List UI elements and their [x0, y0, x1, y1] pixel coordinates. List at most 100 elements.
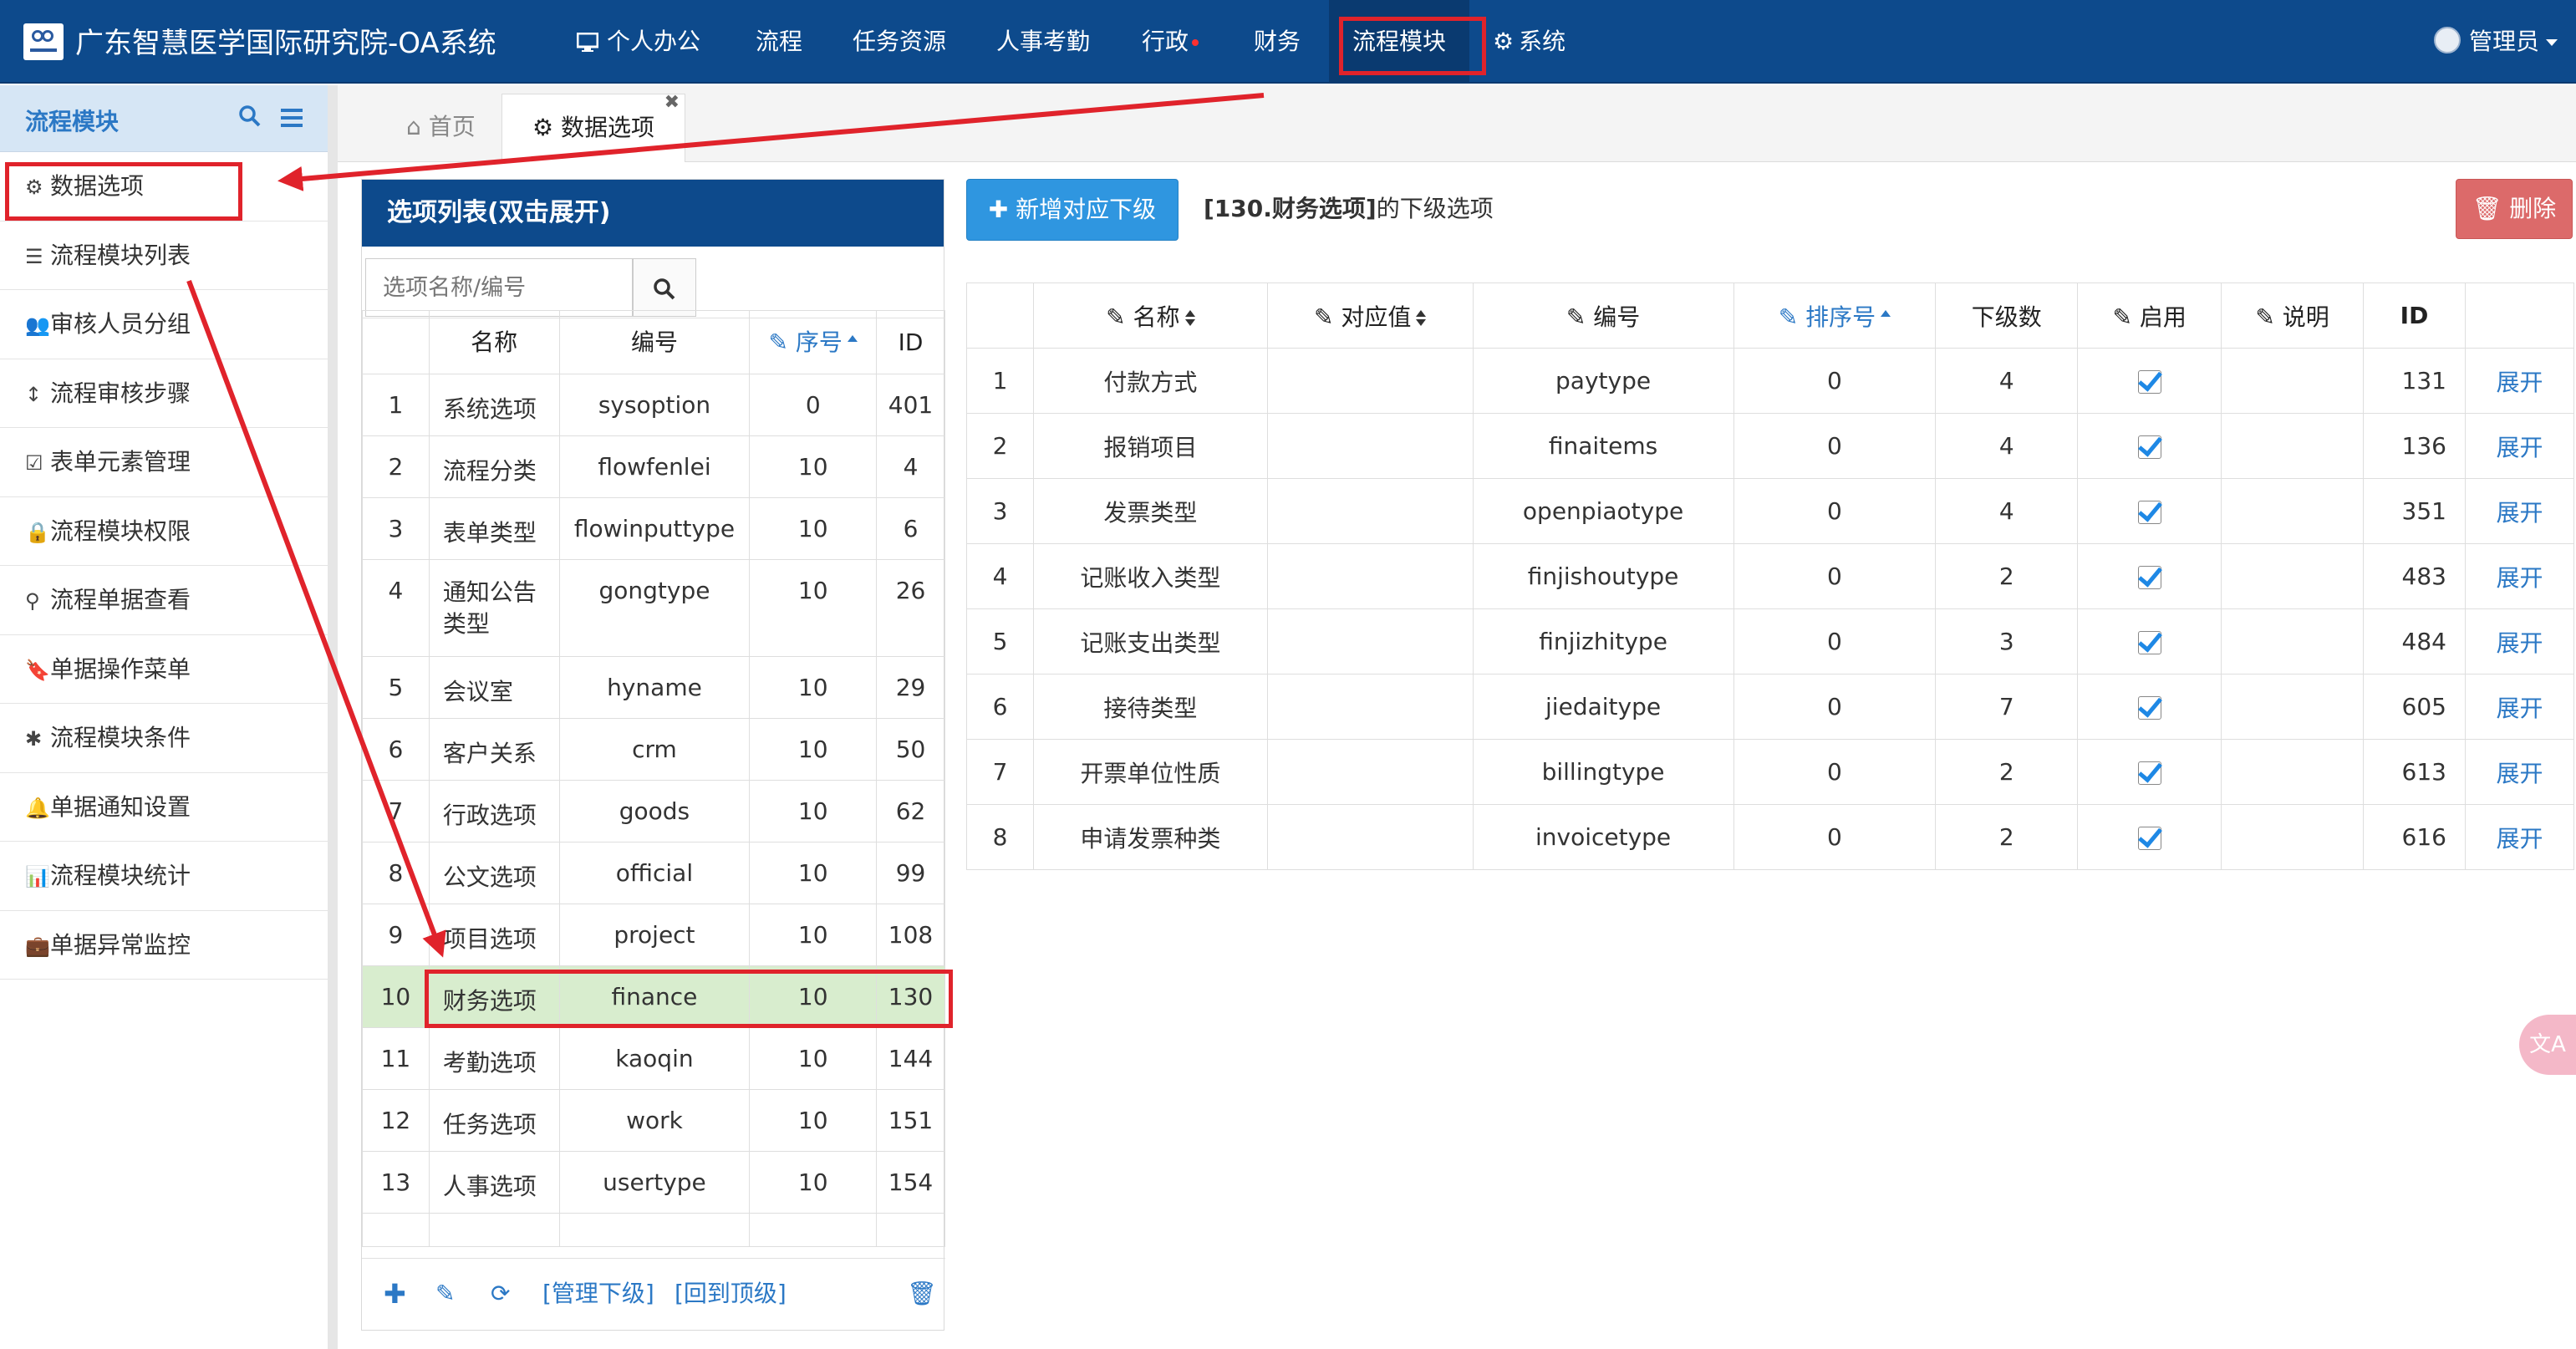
column-header-name[interactable]: ✎ 名称 [1032, 283, 1268, 349]
column-header-label: 说明 [2282, 303, 2329, 331]
sidebar-item-exception-monitor[interactable]: 💼单据异常监控 [0, 911, 328, 980]
column-header-id[interactable]: ID [2363, 283, 2466, 349]
expand-link[interactable]: 展开 [2464, 543, 2575, 609]
checkbox-checked-icon[interactable] [2137, 435, 2161, 459]
sidebar-item-module-conditions[interactable]: ✱ 流程模块条件 [0, 704, 328, 773]
column-header-value[interactable]: ✎ 对应值 [1266, 283, 1474, 349]
plus-icon: ✚ [988, 196, 1016, 223]
bell-icon: 🔔 [25, 796, 50, 820]
column-header-name[interactable]: 名称 [428, 310, 560, 374]
tab-data-options[interactable]: ⚙ 数据选项 ✖ [501, 92, 686, 162]
expand-link[interactable]: 展开 [2464, 739, 2575, 805]
table-row[interactable]: 1 付款方式 paytype 0 4 131 展开 [966, 348, 2575, 414]
table-row[interactable]: 8 申请发票种类 invoicetype 0 2 616 展开 [966, 804, 2575, 870]
sidebar-item-notification-settings[interactable]: 🔔单据通知设置 [0, 773, 328, 842]
column-header-enabled[interactable]: ✎ 启用 [2077, 283, 2222, 349]
option-enabled[interactable] [2077, 413, 2222, 479]
expand-link[interactable]: 展开 [2464, 674, 2575, 740]
option-enabled[interactable] [2077, 608, 2222, 674]
table-row[interactable]: 13 人事选项 usertype 10 154 [362, 1151, 945, 1214]
option-enabled[interactable] [2077, 543, 2222, 609]
expand-link[interactable]: 展开 [2464, 478, 2575, 544]
option-enabled[interactable] [2077, 478, 2222, 544]
option-name: 系统选项 [428, 374, 560, 436]
add-icon[interactable]: ✚ [384, 1259, 406, 1329]
refresh-icon[interactable]: ⟳ [491, 1259, 510, 1329]
column-header-code[interactable]: ✎ 编号 [1472, 283, 1734, 349]
back-to-top-link[interactable]: [回到顶级] [675, 1259, 787, 1329]
expand-link[interactable]: 展开 [2464, 413, 2575, 479]
nav-label: 系统 [1519, 28, 1566, 55]
tab-home[interactable]: ⌂ 首页 [376, 94, 506, 162]
nav-item-hr-attendance[interactable]: 人事考勤 [996, 0, 1090, 84]
highlight-box-sidebar [5, 162, 242, 221]
delete-icon[interactable]: 🗑 [907, 1259, 937, 1329]
sidebar-item-document-view[interactable]: ⚲ 流程单据查看 [0, 566, 328, 635]
column-header-note[interactable]: ✎ 说明 [2221, 283, 2365, 349]
nav-item-task-resource[interactable]: 任务资源 [853, 0, 946, 84]
nav-item-flow[interactable]: 流程 [756, 0, 802, 84]
table-row[interactable]: 8 公文选项 official 10 99 [362, 842, 945, 904]
table-row[interactable]: 4 记账收入类型 finjishoutype 0 2 483 展开 [966, 543, 2575, 609]
column-header-sort[interactable]: ✎ 排序号 [1733, 283, 1937, 349]
menu-icon[interactable] [281, 109, 303, 131]
table-row[interactable]: 1 系统选项 sysoption 0 401 [362, 374, 945, 436]
table-row[interactable]: 6 接待类型 jiedaitype 0 7 605 展开 [966, 674, 2575, 740]
checkbox-checked-icon[interactable] [2137, 761, 2161, 785]
search-input[interactable] [365, 258, 633, 317]
sidebar-item-operation-menu[interactable]: 🔖单据操作菜单 [0, 635, 328, 704]
column-header-children[interactable]: 下级数 [1935, 283, 2079, 349]
sidebar-item-label: 单据异常监控 [50, 930, 191, 959]
table-row[interactable]: 7 开票单位性质 billingtype 0 2 613 展开 [966, 739, 2575, 805]
sidebar-item-reviewer-groups[interactable]: 👥审核人员分组 [0, 290, 328, 359]
option-enabled[interactable] [2077, 674, 2222, 740]
close-icon[interactable]: ✖ [664, 69, 680, 136]
option-enabled[interactable] [2077, 804, 2222, 870]
nav-label: 个人办公 [607, 28, 701, 55]
nav-item-personal-office[interactable]: 个人办公 [576, 0, 701, 84]
user-menu[interactable]: 管理员 [2433, 0, 2558, 84]
table-row[interactable]: 4 通知公告类型 gongtype 10 26 [362, 559, 945, 657]
checkbox-checked-icon[interactable] [2137, 827, 2161, 850]
sidebar-item-module-permissions[interactable]: 🔒流程模块权限 [0, 497, 328, 566]
translate-icon[interactable]: 文A [2519, 1015, 2576, 1075]
checkbox-checked-icon[interactable] [2137, 631, 2161, 654]
option-enabled[interactable] [2077, 348, 2222, 414]
checkbox-checked-icon[interactable] [2137, 566, 2161, 589]
option-enabled[interactable] [2077, 739, 2222, 805]
expand-link[interactable]: 展开 [2464, 804, 2575, 870]
search-button[interactable] [633, 258, 696, 317]
table-row[interactable]: 2 报销项目 finaitems 0 4 136 展开 [966, 413, 2575, 479]
expand-link[interactable]: 展开 [2464, 348, 2575, 414]
table-row[interactable]: 3 表单类型 flowinputtype 10 6 [362, 497, 945, 560]
manage-children-link[interactable]: [管理下级] [542, 1259, 654, 1329]
table-row[interactable]: 5 会议室 hyname 10 29 [362, 656, 945, 719]
sidebar-item-module-statistics[interactable]: 📊流程模块统计 [0, 842, 328, 911]
sidebar-item-review-steps[interactable]: ↕ 流程审核步骤 [0, 359, 328, 428]
table-row[interactable]: 6 客户关系 crm 10 50 [362, 718, 945, 781]
search-icon[interactable] [239, 105, 261, 133]
column-header-code[interactable]: 编号 [558, 310, 751, 374]
column-header-id[interactable]: ID [876, 310, 945, 374]
nav-item-admin[interactable]: 行政 [1142, 0, 1199, 84]
add-child-button[interactable]: ✚ 新增对应下级 [966, 179, 1179, 241]
sidebar-item-flow-module-list[interactable]: ☰ 流程模块列表 [0, 221, 328, 290]
table-row[interactable]: 2 流程分类 flowfenlei 10 4 [362, 435, 945, 498]
table-row[interactable]: 12 任务选项 work 10 151 [362, 1089, 945, 1152]
table-row[interactable]: 3 发票类型 openpiaotype 0 4 351 展开 [966, 478, 2575, 544]
edit-icon[interactable]: ✎ [435, 1259, 455, 1329]
table-row[interactable]: 7 行政选项 goods 10 62 [362, 780, 945, 842]
expand-link[interactable]: 展开 [2464, 608, 2575, 674]
sidebar-item-form-elements[interactable]: ☑ 表单元素管理 [0, 428, 328, 497]
table-row[interactable]: 9 项目选项 project 10 108 [362, 904, 945, 966]
table-row[interactable]: 5 记账支出类型 finjizhitype 0 3 484 展开 [966, 608, 2575, 674]
delete-button[interactable]: 🗑 删除 [2456, 179, 2573, 239]
checkbox-checked-icon[interactable] [2137, 696, 2161, 720]
checkbox-checked-icon[interactable] [2137, 501, 2161, 524]
checkbox-checked-icon[interactable] [2137, 370, 2161, 394]
column-header-sort[interactable]: ✎ 序号 [749, 310, 878, 374]
sidebar-item-label: 流程审核步骤 [50, 379, 191, 407]
nav-item-finance[interactable]: 财务 [1254, 0, 1301, 84]
nav-item-system[interactable]: ⚙ 系统 [1493, 0, 1565, 84]
table-row[interactable]: 11 考勤选项 kaoqin 10 144 [362, 1027, 945, 1090]
